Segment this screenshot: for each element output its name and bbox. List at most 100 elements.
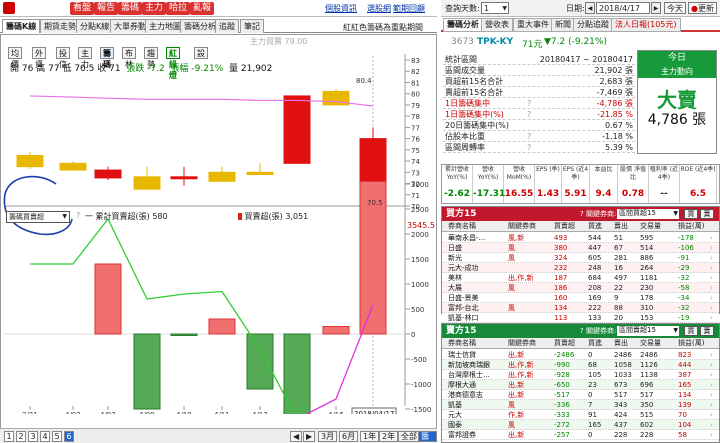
tab-big-orders[interactable]: 大單券動 bbox=[110, 19, 150, 33]
broker-row[interactable]: 摩根大通 出,新 -650 23 673 696 165 › bbox=[442, 380, 719, 390]
broker-row[interactable]: 富邦-台北 風 134 222 88 310 -32 › bbox=[442, 303, 719, 313]
broker-cell[interactable]: 國泰 bbox=[448, 420, 462, 430]
today-button[interactable]: 今天 bbox=[664, 2, 686, 14]
range-1y[interactable]: 1年 bbox=[360, 431, 380, 442]
broker-row[interactable]: 凱基-林口 113 133 20 153 -19 › bbox=[442, 313, 719, 323]
toolbar-button-chips[interactable]: 籌碼 bbox=[118, 2, 143, 15]
buy-filter-buy-button[interactable]: 買 bbox=[684, 209, 698, 219]
broker-row[interactable]: 元大 作,新 -333 91 424 515 70 › bbox=[442, 410, 719, 420]
broker-row[interactable]: 美林 出,作,新 187 684 497 1181 -32 › bbox=[442, 273, 719, 283]
menu-icon[interactable]: › bbox=[710, 400, 713, 410]
menu-icon[interactable]: › bbox=[710, 253, 713, 263]
broker-cell[interactable]: 凱基 bbox=[448, 400, 462, 410]
broker-row[interactable]: 日盛-景美 160 169 9 178 -34 › bbox=[442, 293, 719, 303]
menu-icon[interactable]: › bbox=[710, 293, 713, 303]
broker-cell[interactable]: 新加坡商瑞銀 bbox=[448, 360, 490, 370]
menu-icon[interactable]: › bbox=[710, 420, 713, 430]
tab-chip-analysis[interactable]: 籌碼分析 bbox=[180, 19, 220, 33]
menu-icon[interactable]: › bbox=[710, 390, 713, 400]
toolbar-button-watch[interactable]: 看盤 bbox=[70, 2, 95, 15]
scroll-left-button[interactable]: ◀ bbox=[290, 431, 303, 442]
broker-row[interactable]: 日盛 風 380 447 67 514 -106 › bbox=[442, 243, 719, 253]
help-icon[interactable]: ? bbox=[527, 109, 531, 120]
broker-cell[interactable]: 凱基-林口 bbox=[448, 313, 479, 323]
link-review[interactable]: 範期回顧 bbox=[393, 3, 425, 14]
menu-icon[interactable]: › bbox=[710, 380, 713, 390]
broker-cell[interactable]: 元大-成功 bbox=[448, 263, 479, 273]
menu-icon[interactable]: › bbox=[710, 263, 713, 273]
menu-icon[interactable]: › bbox=[710, 243, 713, 253]
tab-news[interactable]: 新聞 bbox=[551, 18, 575, 32]
toolbar-button-report[interactable]: 報告 bbox=[94, 2, 119, 15]
range-2y[interactable]: 2年 bbox=[379, 431, 399, 442]
broker-row[interactable]: 華南永昌-... 風,新 493 544 51 595 -178 › bbox=[442, 233, 719, 243]
broker-row[interactable]: 新光 風 324 605 281 886 -91 › bbox=[442, 253, 719, 263]
sell-range-select[interactable]: 區間賣超15 ▼ bbox=[617, 326, 679, 336]
help-icon[interactable]: ? bbox=[527, 98, 531, 109]
page-6[interactable]: 6 bbox=[64, 431, 74, 442]
tab-main-map[interactable]: 主力地圖 bbox=[145, 19, 185, 33]
tab-branch-tracking[interactable]: 分點追蹤 bbox=[573, 18, 613, 32]
page-1[interactable]: 1 bbox=[4, 431, 14, 442]
page-3[interactable]: 3 bbox=[28, 431, 38, 442]
toolbar-button-chat[interactable]: 哈拉 bbox=[166, 2, 191, 15]
broker-cell[interactable]: 新光 bbox=[448, 253, 462, 263]
range-3m[interactable]: 3月 bbox=[318, 431, 338, 442]
tab-futures[interactable]: 期貨走勢 bbox=[40, 19, 80, 33]
tab-chip-analysis-right[interactable]: 籌碼分析 bbox=[443, 18, 483, 32]
broker-row[interactable]: 瑞士信貸 出,新 -2486 0 2486 2486 823 › bbox=[442, 350, 719, 360]
page-4[interactable]: 4 bbox=[40, 431, 50, 442]
help-icon[interactable]: ? bbox=[76, 211, 80, 220]
menu-icon[interactable]: › bbox=[710, 410, 713, 420]
refresh-button[interactable]: ●更新 bbox=[688, 2, 717, 14]
menu-icon[interactable]: › bbox=[710, 370, 713, 380]
broker-cell[interactable]: 華南永昌-... bbox=[448, 233, 485, 243]
broker-cell[interactable]: 日盛 bbox=[448, 243, 462, 253]
menu-icon[interactable]: › bbox=[710, 430, 713, 440]
tab-events[interactable]: 重大事件 bbox=[513, 18, 553, 32]
toolbar-button-misc[interactable]: 亂報 bbox=[190, 2, 215, 15]
menu-icon[interactable]: › bbox=[710, 313, 713, 323]
toolbar-button-main[interactable]: 主力 bbox=[142, 2, 167, 15]
date-input[interactable]: 2018/4/17 bbox=[596, 2, 650, 14]
broker-cell[interactable]: 大展 bbox=[448, 283, 462, 293]
scroll-right-button[interactable]: ▶ bbox=[303, 431, 316, 442]
query-days-select[interactable]: 1 ▼ bbox=[481, 2, 509, 14]
range-price[interactable]: 籌價 bbox=[418, 431, 437, 443]
broker-row[interactable]: 港商德意志 出,新 -517 0 517 517 134 › bbox=[442, 390, 719, 400]
menu-icon[interactable]: › bbox=[710, 303, 713, 313]
broker-row[interactable]: 富邦證券 出,新 -257 0 228 228 58 › bbox=[442, 430, 719, 440]
help-icon[interactable]: ? bbox=[527, 142, 531, 153]
sell-filter-sell-button[interactable]: 賣 bbox=[700, 326, 714, 336]
menu-icon[interactable]: › bbox=[710, 273, 713, 283]
broker-cell[interactable]: 富邦-台北 bbox=[448, 303, 479, 313]
buy-filter-sell-button[interactable]: 賣 bbox=[700, 209, 714, 219]
menu-icon[interactable]: › bbox=[710, 360, 713, 370]
tab-chip-kline[interactable]: 籌碼K線 bbox=[2, 19, 41, 33]
broker-cell[interactable]: 日盛-景美 bbox=[448, 293, 479, 303]
broker-cell[interactable]: 港商德意志 bbox=[448, 390, 483, 400]
broker-cell[interactable]: 元大 bbox=[448, 410, 462, 420]
tab-revenue[interactable]: 營收表 bbox=[481, 18, 513, 32]
broker-cell[interactable]: 摩根大通 bbox=[448, 380, 476, 390]
link-stock-info[interactable]: 個股資訊 bbox=[325, 3, 357, 14]
broker-cell[interactable]: 台灣摩根士... bbox=[448, 370, 490, 380]
range-6m[interactable]: 6月 bbox=[339, 431, 359, 442]
page-5[interactable]: 5 bbox=[52, 431, 62, 442]
broker-cell[interactable]: 富邦證券 bbox=[448, 430, 476, 440]
page-2[interactable]: 2 bbox=[16, 431, 26, 442]
broker-row[interactable]: 國泰 風 -272 165 437 602 104 › bbox=[442, 420, 719, 430]
tab-branch-kline[interactable]: 分點K線 bbox=[76, 19, 114, 33]
help-icon[interactable]: ? bbox=[527, 131, 531, 142]
menu-icon[interactable]: › bbox=[710, 350, 713, 360]
next-date-button[interactable]: ▶ bbox=[651, 2, 661, 14]
prev-date-button[interactable]: ◀ bbox=[585, 2, 595, 14]
broker-row[interactable]: 新加坡商瑞銀 出,作,新 -990 68 1058 1126 444 › bbox=[442, 360, 719, 370]
buy-range-select[interactable]: 區間買超15 ▼ bbox=[617, 209, 679, 219]
indicator-select[interactable]: 籌碼買賣超 ▼ bbox=[6, 211, 70, 223]
chip-kline-chart[interactable]: 主力買賣 79.00 8382818079787776757473727170 … bbox=[0, 34, 437, 414]
broker-cell[interactable]: 美林 bbox=[448, 273, 462, 283]
broker-row[interactable]: 元大-成功 232 248 16 264 -29 › bbox=[442, 263, 719, 273]
tab-tracking[interactable]: 追蹤 bbox=[215, 19, 239, 33]
menu-icon[interactable]: › bbox=[710, 233, 713, 243]
